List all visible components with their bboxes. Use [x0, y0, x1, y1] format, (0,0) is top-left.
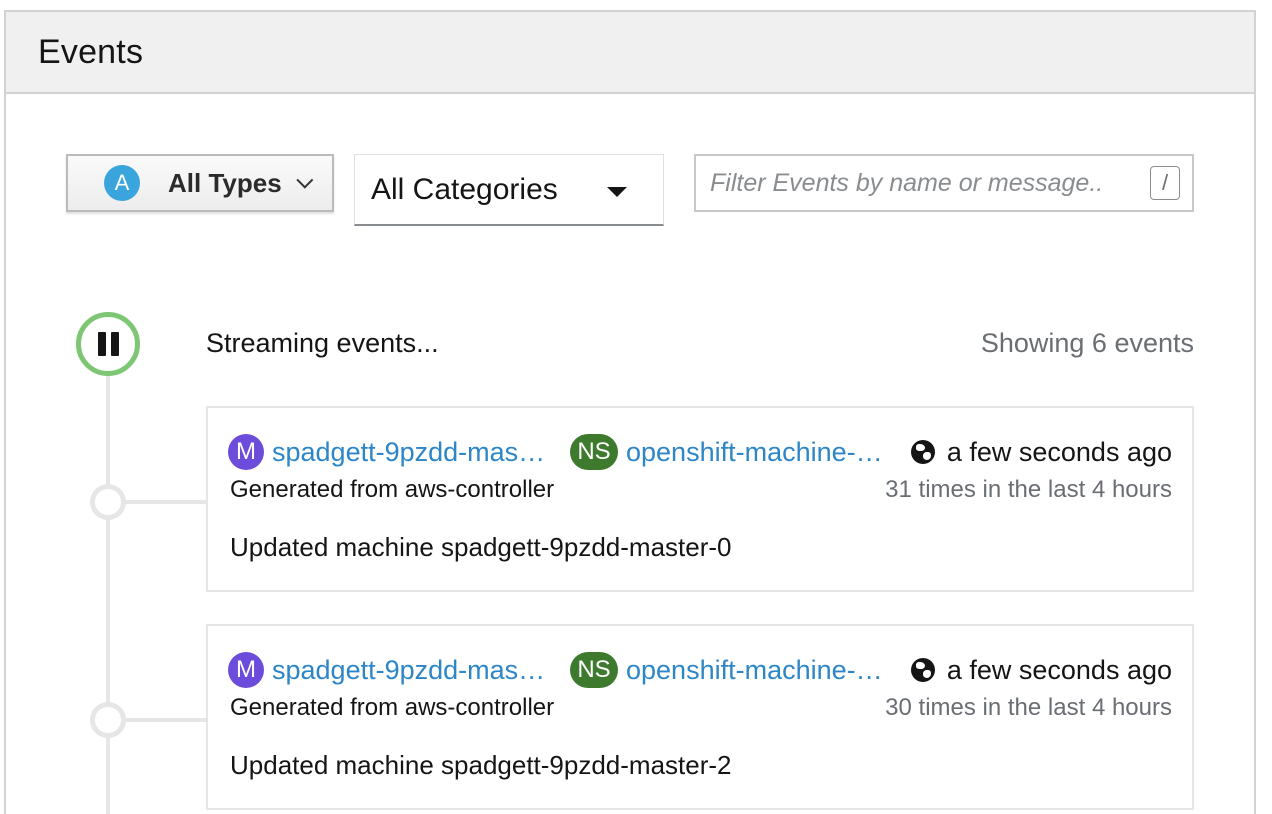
- categories-select[interactable]: All Categories: [354, 154, 664, 226]
- event-message: Updated machine spadgett-9pzdd-master-2: [230, 750, 732, 780]
- event-source: Generated from aws-controller: [230, 694, 555, 721]
- filter-input[interactable]: [710, 168, 1140, 198]
- event-timestamp: a few seconds ago: [910, 436, 1172, 468]
- event-frequency: 30 times in the last 4 hours: [885, 694, 1172, 721]
- globe-icon: [910, 440, 935, 464]
- event-timestamp: a few seconds ago: [910, 654, 1172, 686]
- timestamp-text: a few seconds ago: [946, 654, 1172, 685]
- pause-streaming-button[interactable]: [76, 312, 140, 376]
- machine-badge: M: [228, 434, 264, 470]
- namespace-link[interactable]: openshift-machine-api: [626, 655, 888, 686]
- timeline-connector: [124, 500, 206, 504]
- event-frequency: 31 times in the last 4 hours: [885, 476, 1172, 503]
- event-card: M spadgett-9pzdd-master-0 NS openshift-m…: [206, 406, 1194, 592]
- keyboard-shortcut-hint: /: [1150, 166, 1180, 200]
- event-meta: Generated from aws-controller 31 times i…: [230, 476, 1172, 504]
- namespace-badge: NS: [570, 434, 618, 470]
- streaming-status: Streaming events...: [206, 328, 439, 358]
- event-card: M spadgett-9pzdd-master-2 NS openshift-m…: [206, 624, 1194, 810]
- resource-link[interactable]: spadgett-9pzdd-master-0: [272, 437, 548, 468]
- namespace-badge: NS: [570, 652, 618, 688]
- event-meta: Generated from aws-controller 30 times i…: [230, 694, 1172, 722]
- globe-icon: [910, 658, 935, 682]
- event-types-dropdown[interactable]: A All Types: [66, 154, 334, 212]
- page-title: Events: [38, 32, 144, 71]
- panel-header: Events: [6, 12, 1254, 94]
- filter-field[interactable]: /: [694, 154, 1194, 212]
- timeline-node: [90, 702, 126, 738]
- event-types-label: All Types: [168, 167, 282, 198]
- caret-down-icon: [607, 187, 627, 197]
- timeline-node: [90, 484, 126, 520]
- event-source: Generated from aws-controller: [230, 476, 555, 503]
- machine-badge: M: [228, 652, 264, 688]
- categories-label: All Categories: [371, 172, 558, 206]
- resource-link[interactable]: spadgett-9pzdd-master-2: [272, 655, 548, 686]
- pause-icon: [97, 332, 106, 356]
- chevron-down-icon: [296, 171, 313, 189]
- event-count: Showing 6 events: [980, 328, 1194, 358]
- namespace-link[interactable]: openshift-machine-api: [626, 437, 888, 468]
- timestamp-text: a few seconds ago: [946, 436, 1172, 467]
- timeline-connector: [124, 718, 206, 722]
- event-header: M spadgett-9pzdd-master-2 NS openshift-m…: [228, 650, 1172, 690]
- all-types-badge: A: [104, 165, 140, 201]
- event-message: Updated machine spadgett-9pzdd-master-0: [230, 532, 732, 562]
- event-header: M spadgett-9pzdd-master-0 NS openshift-m…: [228, 432, 1172, 472]
- timeline-line: [106, 374, 110, 814]
